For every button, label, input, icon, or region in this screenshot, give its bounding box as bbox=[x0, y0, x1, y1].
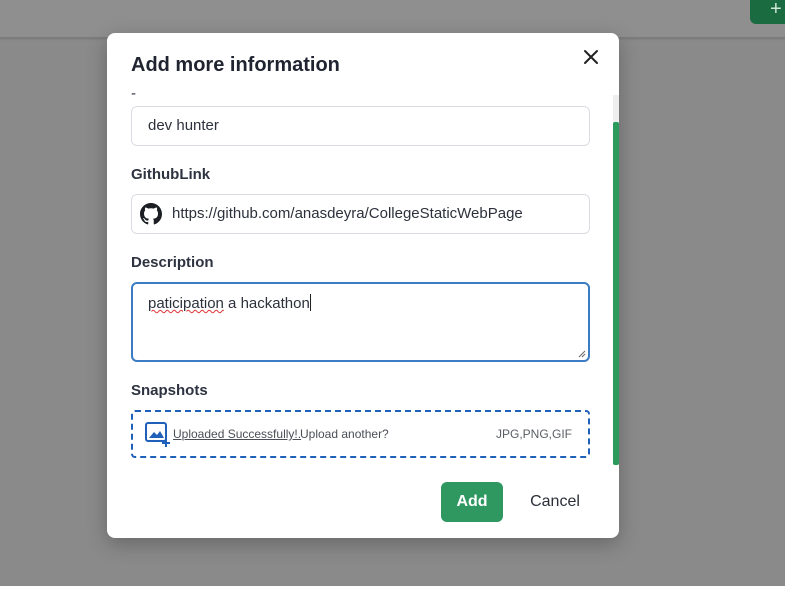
modal-body[interactable]: - dev hunter GithubLink https://github.c… bbox=[107, 93, 619, 465]
partially-hidden-label: - bbox=[131, 93, 136, 102]
github-link-input[interactable]: https://github.com/anasdeyra/CollegeStat… bbox=[131, 194, 590, 234]
add-info-modal: Add more information - dev hunter Github… bbox=[107, 33, 619, 538]
name-input[interactable]: dev hunter bbox=[131, 106, 590, 146]
description-textarea[interactable]: paticipation a hackathon bbox=[131, 282, 590, 362]
modal-title: Add more information bbox=[131, 54, 340, 76]
github-link-value: https://github.com/anasdeyra/CollegeStat… bbox=[172, 205, 523, 222]
snapshot-dropzone[interactable]: Uploaded Successfully!. Upload another? … bbox=[131, 410, 590, 458]
cancel-button[interactable]: Cancel bbox=[527, 482, 583, 522]
scrollbar-thumb[interactable] bbox=[613, 122, 619, 465]
github-link-label: GithubLink bbox=[131, 166, 211, 183]
misspelled-word: paticipation bbox=[148, 295, 224, 312]
image-upload-icon bbox=[145, 422, 170, 447]
close-button[interactable] bbox=[581, 47, 601, 67]
upload-another-text: Upload another? bbox=[300, 427, 389, 441]
description-label: Description bbox=[131, 254, 214, 271]
close-icon bbox=[584, 50, 598, 64]
description-text: a hackathon bbox=[223, 295, 310, 312]
upload-success-link[interactable]: Uploaded Successfully!. bbox=[173, 427, 301, 441]
background-add-button: + bbox=[750, 0, 785, 24]
resize-grip-icon[interactable] bbox=[578, 350, 586, 358]
add-button[interactable]: Add bbox=[441, 482, 503, 522]
github-icon bbox=[140, 203, 162, 225]
text-caret bbox=[309, 294, 311, 311]
file-types-hint: JPG,PNG,GIF bbox=[495, 427, 572, 441]
snapshots-label: Snapshots bbox=[131, 382, 208, 399]
